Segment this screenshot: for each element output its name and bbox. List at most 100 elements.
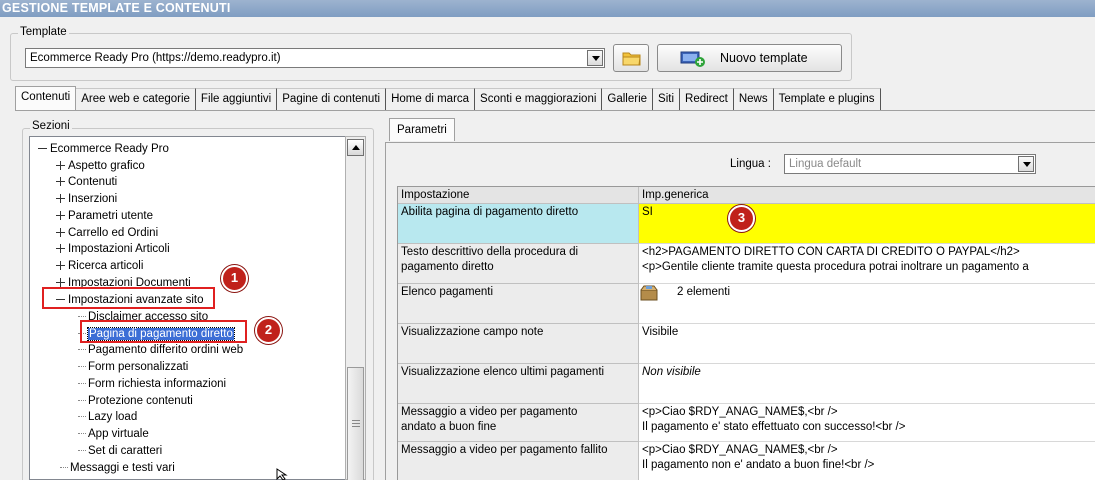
tab-gallerie[interactable]: Gallerie (602, 88, 654, 110)
grid-row-value[interactable]: <p>Ciao $RDY_ANAG_NAME$,<br /> Il pagame… (639, 442, 1095, 480)
expand-icon[interactable] (56, 161, 65, 170)
tree-item-label: Messaggi e testi vari (70, 462, 175, 474)
grid-row-name-line1: Messaggio a video per pagamento (401, 406, 578, 418)
lingua-select[interactable]: Lingua default (784, 154, 1036, 174)
grid-row-value-line1: <p>Ciao $RDY_ANAG_NAME$,<br /> (642, 406, 838, 418)
lingua-label: Lingua : (730, 158, 771, 170)
grid-row-name: Visualizzazione campo note (398, 324, 639, 364)
grid-row-value[interactable]: Visibile (639, 324, 1095, 364)
tree-child-pagamento-differito[interactable]: Pagamento differito ordini web (78, 342, 243, 358)
expand-icon[interactable] (56, 278, 65, 287)
grid-row-name-line2: pagamento diretto (401, 261, 494, 273)
tree-item-inserzioni[interactable]: Inserzioni (56, 191, 117, 207)
annotation-badge-2: 2 (255, 317, 282, 344)
tab-news[interactable]: News (733, 88, 774, 110)
tree-child-form-personalizzati[interactable]: Form personalizzati (78, 359, 188, 375)
grid-row-value-line2: <p>Gentile cliente tramite questa proced… (642, 261, 1029, 273)
tree-item-label: App virtuale (88, 428, 149, 440)
scroll-up-button[interactable] (347, 139, 364, 156)
folder-icon (622, 52, 641, 66)
tree-root[interactable]: Ecommerce Ready Pro (38, 141, 169, 157)
expand-icon[interactable] (56, 211, 65, 220)
tree-item-label: Inserzioni (68, 193, 118, 205)
tab-siti[interactable]: Siti (653, 88, 681, 110)
tree-item-label: Parametri utente (68, 210, 154, 222)
tree-item-carrello-ordini[interactable]: Carrello ed Ordini (56, 225, 158, 241)
grid-row-value[interactable]: 2 elementi (639, 284, 1095, 324)
tab-aree-web[interactable]: Aree web e categorie (76, 88, 196, 110)
tree-item-label: Contenuti (68, 176, 118, 188)
grid-row-name: Visualizzazione elenco ultimi pagamenti (398, 364, 639, 404)
expand-icon[interactable] (56, 177, 65, 186)
tree-item-messaggi-testi[interactable]: Messaggi e testi vari (60, 460, 175, 476)
tree-root-label: Ecommerce Ready Pro (50, 143, 169, 155)
tree-item-label: Pagamento differito ordini web (88, 344, 244, 356)
tree-item-ricerca-articoli[interactable]: Ricerca articoli (56, 258, 143, 274)
tab-redirect[interactable]: Redirect (680, 88, 734, 110)
tab-divider (15, 110, 1095, 111)
tab-parametri[interactable]: Parametri (389, 118, 455, 141)
open-folder-button[interactable] (613, 44, 649, 72)
tree-child-protezione-contenuti[interactable]: Protezione contenuti (78, 393, 193, 409)
tree-item-impostazioni-articoli[interactable]: Impostazioni Articoli (56, 241, 170, 257)
grid-header-imp-generica: Imp.generica (639, 187, 1095, 204)
tree-child-app-virtuale[interactable]: App virtuale (78, 426, 149, 442)
expand-icon[interactable] (56, 261, 65, 270)
grid-row-value[interactable]: SI (639, 204, 1095, 244)
expand-icon[interactable] (56, 228, 65, 237)
add-template-icon (680, 51, 705, 67)
tree-item-label: Carrello ed Ordini (68, 227, 159, 239)
template-select[interactable]: Ecommerce Ready Pro (https://demo.readyp… (25, 48, 605, 68)
grid-row-name: Messaggio a video per pagamento andato a… (398, 404, 639, 442)
grid-row-value-line2: Il pagamento non e' andato a buon fine!<… (642, 459, 875, 471)
new-template-button[interactable]: Nuovo template (657, 44, 842, 72)
box-icon (640, 285, 658, 301)
tree-item-label: Set di caratteri (88, 445, 163, 457)
collapse-icon[interactable] (38, 144, 47, 153)
window-title: GESTIONE TEMPLATE E CONTENUTI (0, 0, 1095, 17)
chevron-down-icon[interactable] (587, 50, 603, 66)
tree-item-aspetto-grafico[interactable]: Aspetto grafico (56, 158, 145, 174)
scroll-thumb[interactable] (347, 367, 364, 480)
grid-row-name-line1: Testo descrittivo della procedura di (401, 246, 579, 258)
tab-file-aggiuntivi[interactable]: File aggiuntivi (195, 88, 278, 110)
annotation-badge-1: 1 (221, 265, 248, 292)
tree-scrollbar[interactable] (345, 136, 366, 480)
grid-row-value-text: 2 elementi (677, 286, 731, 298)
tree-child-lazy-load[interactable]: Lazy load (78, 409, 137, 425)
grid-row-name: Messaggio a video per pagamento fallito (398, 442, 639, 480)
highlight-box-impostazioni-avanzate (42, 287, 215, 309)
template-group-label: Template (18, 26, 69, 38)
mouse-cursor-icon (276, 468, 288, 480)
tree-item-contenuti[interactable]: Contenuti (56, 174, 117, 190)
tab-pagine-contenuti[interactable]: Pagine di contenuti (277, 88, 387, 110)
expand-icon[interactable] (56, 194, 65, 203)
grid-row-value-line1: <p>Ciao $RDY_ANAG_NAME$,<br /> (642, 444, 838, 456)
new-template-label: Nuovo template (720, 51, 808, 65)
tree-item-label: Aspetto grafico (68, 160, 145, 172)
tree-child-form-richiesta[interactable]: Form richiesta informazioni (78, 376, 226, 392)
grid-row-value[interactable]: Non visibile (639, 364, 1095, 404)
tree-item-label: Form personalizzati (88, 361, 189, 373)
grid-row-name: Abilita pagina di pagamento diretto (398, 204, 639, 244)
grid-row-value[interactable]: <h2>PAGAMENTO DIRETTO CON CARTA DI CREDI… (639, 244, 1095, 284)
lingua-select-value: Lingua default (789, 158, 862, 170)
template-select-value: Ecommerce Ready Pro (https://demo.readyp… (30, 52, 281, 64)
expand-icon[interactable] (56, 244, 65, 253)
tree-child-set-caratteri[interactable]: Set di caratteri (78, 443, 162, 459)
tree-item-label: Lazy load (88, 411, 138, 423)
tree-item-parametri-utente[interactable]: Parametri utente (56, 208, 153, 224)
chevron-down-icon[interactable] (1018, 156, 1034, 172)
grid-row-value-line2: Il pagamento e' stato effettuato con suc… (642, 421, 906, 433)
tab-sconti[interactable]: Sconti e maggiorazioni (475, 88, 603, 110)
tab-template-plugins[interactable]: Template e plugins (773, 88, 881, 110)
grid-header-impostazione: Impostazione (398, 187, 639, 204)
grid-row-name: Testo descrittivo della procedura di pag… (398, 244, 639, 284)
highlight-box-pagina-pagamento (80, 320, 247, 343)
annotation-badge-3: 3 (728, 205, 755, 232)
tree-item-label: Protezione contenuti (88, 395, 193, 407)
grid-row-value[interactable]: <p>Ciao $RDY_ANAG_NAME$,<br /> Il pagame… (639, 404, 1095, 442)
tab-contenuti[interactable]: Contenuti (15, 86, 77, 110)
tree-item-label: Form richiesta informazioni (88, 378, 227, 390)
tab-home-di-marca[interactable]: Home di marca (386, 88, 476, 110)
